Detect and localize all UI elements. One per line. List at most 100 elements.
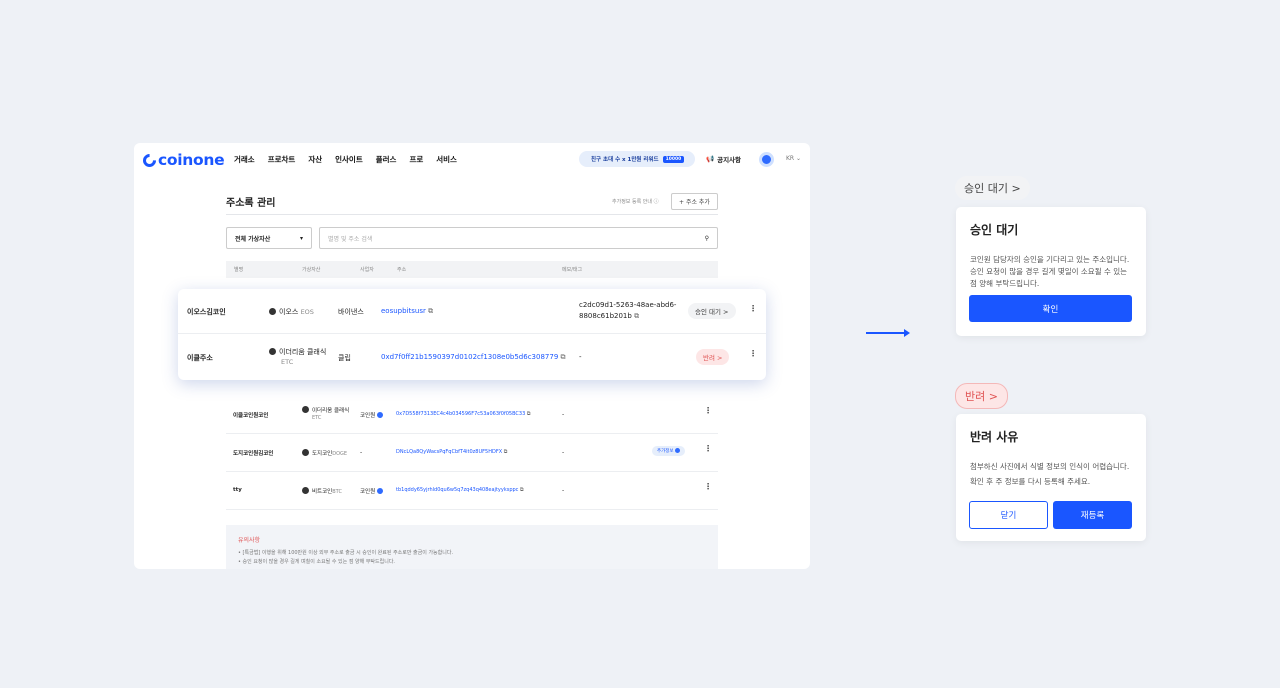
caution-title: 유의사항	[238, 537, 261, 544]
row-address: 0xd7f0ff21b1590397d0102cf1308e0b5d6c3087…	[381, 353, 566, 362]
notice-link[interactable]: 📢 공지사항	[706, 154, 741, 164]
nav-item-service[interactable]: 서비스	[436, 154, 457, 165]
row-asset: 도지코인DOGE	[302, 449, 347, 457]
status-chip-rejected: 반려 >	[955, 383, 1008, 409]
caution-line: • 승인 요청이 많을 경우 길게 며칠이 소요될 수 있는 점 양해 부탁드립…	[238, 559, 396, 565]
row-address-main: eosupbits	[381, 307, 415, 315]
status-badge-rejected[interactable]: 반려 >	[696, 349, 730, 365]
row-address: DNcLQa8QyWacsPqFqCbfT4it0z8UF5HDFX ⧉	[396, 449, 507, 455]
nav-item-insight[interactable]: 인사이트	[335, 154, 363, 165]
nav-item-pro[interactable]: 프로	[409, 154, 423, 165]
dialog-title: 반려 사유	[970, 430, 1019, 444]
row-exchange-name: 코인원	[360, 489, 376, 495]
megaphone-icon: 📢	[706, 155, 715, 163]
copy-icon[interactable]: ⧉	[527, 411, 531, 417]
more-options-icon[interactable]: ⋮	[749, 350, 757, 358]
reregister-button[interactable]: 재등록	[1053, 501, 1132, 529]
coinone-logo-icon	[140, 150, 159, 170]
table-row-highlighted[interactable]: 이오스김코인 이오스 EOS 바이낸스 eosupbitsusr ⧉ c2dc0…	[178, 289, 766, 334]
table-row[interactable]: tty 비트코인BTC 코인원 tb1qddy65yjrhld0qu6w5q7z…	[226, 472, 718, 510]
header-nickname: 별명	[234, 267, 244, 273]
row-nickname: tty	[233, 487, 242, 493]
promo-chip: 10000	[662, 155, 685, 163]
nav-item-prochart[interactable]: 프로차트	[268, 154, 296, 165]
extra-info-tag[interactable]: 추가정보	[652, 446, 685, 456]
copy-icon[interactable]: ⧉	[561, 353, 566, 361]
approval-pending-dialog: 승인 대기 코인원 담당자의 승인을 기다리고 있는 주소입니다. 승인 요청이…	[956, 207, 1146, 336]
promo-text: 친구 초대 수 x 1만원 리워드	[591, 157, 659, 163]
extra-info-label: 추가정보	[657, 449, 674, 454]
row-address: eosupbitsusr ⧉	[381, 307, 433, 316]
more-options-icon[interactable]: ⋮	[749, 305, 757, 313]
eos-coin-icon	[269, 308, 276, 315]
row-memo: c2dc09d1-5263-48ae-abd6-	[579, 301, 677, 309]
referral-promo-banner[interactable]: 친구 초대 수 x 1만원 리워드 10000	[579, 151, 695, 167]
row-ticker: ETC	[281, 358, 294, 366]
more-options-icon[interactable]: ⋮	[704, 407, 712, 415]
page-title: 주소록 관리	[226, 198, 276, 209]
row-asset: 이더리움 클래식	[302, 406, 349, 414]
search-icon[interactable]: ⚲	[705, 235, 709, 242]
nav-item-assets[interactable]: 자산	[308, 154, 322, 165]
caution-line: • [특금법] 이행을 위해 100만원 이상 외부 주소로 출금 시 승인이 …	[238, 550, 454, 556]
asset-filter-select[interactable]: 전체 가상자산 ▾	[226, 227, 312, 249]
row-ticker: ETC	[312, 415, 322, 421]
row-address-main: tb1qddy65yjrhld0qu6w5q7zq43q408eajtyyks	[396, 487, 510, 493]
nav-item-exchange[interactable]: 거래소	[234, 154, 255, 165]
copy-icon[interactable]: ⧉	[504, 449, 508, 455]
highlighted-rows-card: 이오스김코인 이오스 EOS 바이낸스 eosupbitsusr ⧉ c2dc0…	[178, 289, 766, 380]
language-label: KR	[786, 155, 795, 162]
row-asset: 비트코인BTC	[302, 487, 342, 495]
row-asset-name: 비트코인	[312, 489, 333, 495]
row-address-tail: ppc	[509, 487, 519, 493]
info-guide-link[interactable]: 추가정보 등록 안내 ⓘ	[612, 198, 659, 205]
row-asset-name: 이더리움 클래식	[279, 348, 327, 356]
close-button[interactable]: 닫기	[969, 501, 1048, 529]
search-input[interactable]: 별명 및 주소 검색 ⚲	[319, 227, 718, 249]
avatar[interactable]	[759, 152, 774, 167]
row-address-main: DNcLQa8QyWacsPqFqCbfT4it0z8UF5H	[396, 449, 492, 455]
more-options-icon[interactable]: ⋮	[704, 445, 712, 453]
row-address: tb1qddy65yjrhld0qu6w5q7zq43q408eajtyyksp…	[396, 487, 524, 493]
copy-icon[interactable]: ⧉	[428, 307, 433, 315]
copy-icon[interactable]: ⧉	[634, 312, 639, 320]
row-exchange-name: 코인원	[360, 413, 376, 419]
reject-reason-dialog: 반려 사유 첨부하신 사진에서 식별 정보의 인식이 어렵습니다. 확인 후 주…	[956, 414, 1146, 541]
main-menu: 거래소 프로차트 자산 인사이트 플러스 프로 서비스	[234, 154, 457, 165]
row-address-tail: 779	[544, 353, 559, 361]
row-memo-line2: 8808c61b201b	[579, 312, 632, 320]
row-address-main: 0x7D558f7313EC4c4b034596F7c53a063f0f05	[396, 411, 513, 417]
dialog-title: 승인 대기	[970, 223, 1019, 237]
row-address-tail: BC33	[512, 411, 526, 417]
confirm-button[interactable]: 확인	[969, 295, 1132, 322]
row-memo-cont: 8808c61b201b ⧉	[579, 312, 639, 321]
row-exchange: 코인원	[360, 411, 383, 419]
row-asset-name: 도지코인	[312, 451, 333, 457]
add-address-button[interactable]: + 주소 추가	[671, 193, 718, 210]
table-row[interactable]: 도지코인원김코인 도지코인DOGE - DNcLQa8QyWacsPqFqCbf…	[226, 434, 718, 472]
caution-box: 유의사항 • [특금법] 이행을 위해 100만원 이상 외부 주소로 출금 시…	[226, 525, 718, 569]
row-asset-name: 이오스	[279, 308, 299, 316]
caret-down-icon: ▾	[299, 234, 303, 242]
info-guide-label: 추가정보 등록 안내	[612, 199, 652, 205]
nav-item-plus[interactable]: 플러스	[376, 154, 397, 165]
table-row-highlighted[interactable]: 이클주소 이더리움 클래식 ETC 클립 0xd7f0ff21b1590397d…	[178, 334, 766, 379]
row-nickname: 이클코인원코인	[233, 413, 269, 419]
row-ticker: DOGE	[332, 451, 348, 457]
row-memo: -	[562, 487, 565, 494]
copy-icon[interactable]: ⧉	[520, 487, 524, 493]
etc-coin-icon	[302, 406, 309, 413]
language-selector[interactable]: KR ⌄	[786, 155, 801, 162]
dialog-body: 첨부하신 사진에서 식별 정보의 인식이 어렵습니다.	[970, 462, 1130, 471]
coinone-logo[interactable]: coinone	[140, 150, 225, 170]
arrow-icon	[866, 329, 910, 337]
header-asset: 가상자산	[302, 267, 321, 273]
verified-icon	[376, 488, 383, 494]
table-row[interactable]: 이클코인원코인 이더리움 클래식 ETC 코인원 0x7D558f7313EC4…	[226, 396, 718, 434]
row-address-tail: DFX	[491, 449, 503, 455]
more-options-icon[interactable]: ⋮	[704, 483, 712, 491]
status-badge-pending[interactable]: 승인 대기 >	[688, 303, 736, 319]
row-asset-name: 이더리움 클래식	[312, 408, 350, 414]
doge-coin-icon	[302, 449, 309, 456]
table-header: 별명 가상자산 사업자 주소 메모/태그	[226, 261, 718, 278]
